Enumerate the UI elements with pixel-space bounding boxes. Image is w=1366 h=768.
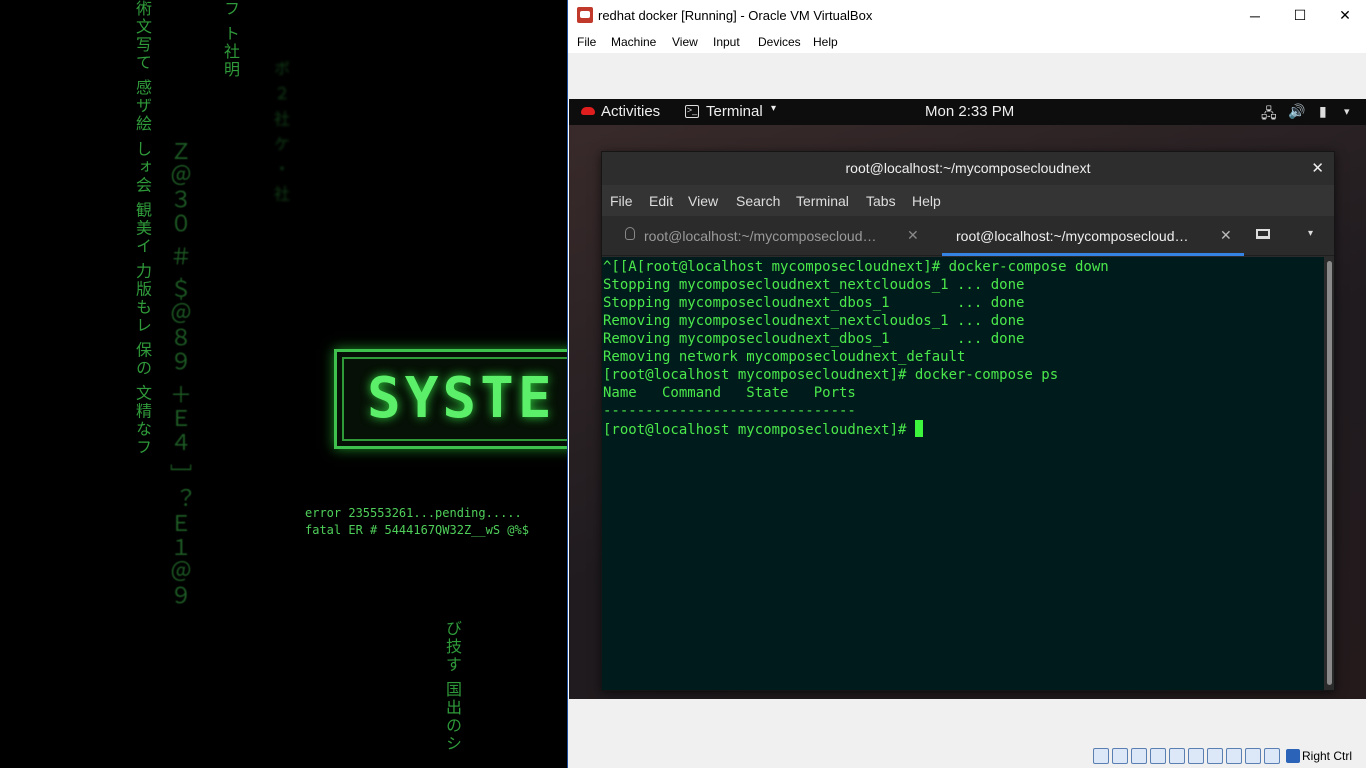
audio-icon[interactable] xyxy=(1131,748,1147,764)
terminal-menu-edit[interactable]: Edit xyxy=(649,193,673,209)
error-line: error 235553261...pending..... xyxy=(305,506,522,520)
battery-icon[interactable]: ▮ xyxy=(1319,103,1327,120)
usb-icon[interactable] xyxy=(1169,748,1185,764)
shared-folders-icon[interactable] xyxy=(1188,748,1204,764)
virtualbox-app-icon xyxy=(577,7,593,23)
hard-disk-icon[interactable] xyxy=(1093,748,1109,764)
terminal-output[interactable]: ^[[A[root@localhost mycomposecloudnext]#… xyxy=(602,257,1324,690)
desktop-wallpaper: 術文写て 感ザ絵 しォ会 観美イ 力版もレ 保の 文精なフ フ ト社明 び技す … xyxy=(0,0,568,768)
matrix-kana-column: 術文写て 感ザ絵 しォ会 観美イ 力版もレ 保の 文精なフ xyxy=(133,0,152,457)
terminal-menubar: File Edit View Search Terminal Tabs Help xyxy=(602,185,1334,216)
video-capture-icon[interactable] xyxy=(1226,748,1242,764)
vbox-menu-help[interactable]: Help xyxy=(813,35,838,49)
app-menu-button[interactable]: Terminal xyxy=(706,103,763,120)
redhat-logo-icon xyxy=(581,107,595,115)
guest-display[interactable]: Activities >_ Terminal ▾ Mon 2:33 PM 🖧 🔊… xyxy=(569,99,1366,699)
terminal-line: Removing mycomposecloudnext_dbos_1 ... d… xyxy=(603,331,1025,347)
terminal-close-icon[interactable]: ✕ xyxy=(1311,159,1324,177)
system-menu-caret-icon[interactable]: ▾ xyxy=(1344,105,1350,118)
vbox-menu-file[interactable]: File xyxy=(577,35,596,49)
maximize-button[interactable]: ☐ xyxy=(1277,0,1323,31)
tab-label: root@localhost:~/mycomposecloud… xyxy=(956,228,1189,244)
vbox-statusbar: Right Ctrl xyxy=(568,699,1366,768)
terminal-prompt-line: [root@localhost mycomposecloudnext]# xyxy=(603,420,923,438)
lightbulb-icon xyxy=(625,227,635,240)
host-key-label: Right Ctrl xyxy=(1302,749,1353,763)
terminal-menu-file[interactable]: File xyxy=(610,193,633,209)
terminal-line: [root@localhost mycomposecloudnext]# doc… xyxy=(603,367,1059,383)
system-banner-text: SYSTE xyxy=(367,366,556,431)
vbox-titlebar[interactable]: redhat docker [Running] - Oracle VM Virt… xyxy=(568,0,1366,31)
vbox-menu-view[interactable]: View xyxy=(672,35,698,49)
display-icon[interactable] xyxy=(1207,748,1223,764)
close-window-button[interactable]: ✕ xyxy=(1322,0,1366,31)
gnome-top-bar: Activities >_ Terminal ▾ Mon 2:33 PM 🖧 🔊… xyxy=(569,99,1366,125)
terminal-line: Removing network mycomposecloudnext_defa… xyxy=(603,349,966,365)
terminal-line: Name Command State Ports xyxy=(603,385,856,401)
new-tab-button[interactable] xyxy=(1254,225,1274,245)
matrix-kana-column: フ ト社明 xyxy=(221,0,240,80)
terminal-prompt: [root@localhost mycomposecloudnext]# xyxy=(603,422,915,438)
terminal-cursor xyxy=(914,420,923,437)
tab-close-icon[interactable]: ✕ xyxy=(1220,227,1232,244)
vbox-menu-input[interactable]: Input xyxy=(713,35,740,49)
terminal-menu-search[interactable]: Search xyxy=(736,193,780,209)
terminal-menu-view[interactable]: View xyxy=(688,193,718,209)
clock[interactable]: Mon 2:33 PM xyxy=(925,103,1014,120)
terminal-line: Stopping mycomposecloudnext_nextcloudos_… xyxy=(603,277,1025,293)
virtualization-icon[interactable] xyxy=(1245,748,1261,764)
minimize-button[interactable]: ─ xyxy=(1232,0,1278,31)
matrix-glyph-column: Ｚ＠３０ ＃ ＄＠８９ ＋Ｅ４ ］？Ｅ１＠９ xyxy=(166,140,191,608)
virtualbox-window: redhat docker [Running] - Oracle VM Virt… xyxy=(567,0,1366,768)
vbox-menu-devices[interactable]: Devices xyxy=(758,35,801,49)
terminal-line: Removing mycomposecloudnext_nextcloudos_… xyxy=(603,313,1025,329)
new-tab-icon xyxy=(1256,229,1270,239)
vbox-screen-margin xyxy=(568,53,1366,99)
volume-icon[interactable]: 🔊 xyxy=(1288,103,1305,120)
tabs-menu-caret-icon[interactable]: ▾ xyxy=(1308,228,1313,239)
terminal-scrollbar[interactable] xyxy=(1325,257,1334,690)
optical-drive-icon[interactable] xyxy=(1112,748,1128,764)
activities-button[interactable]: Activities xyxy=(601,103,660,120)
terminal-app-icon: >_ xyxy=(685,105,699,118)
terminal-menu-tabs[interactable]: Tabs xyxy=(866,193,896,209)
vbox-menubar: File Machine View Input Devices Help xyxy=(568,31,1366,53)
terminal-window: root@localhost:~/mycomposecloudnext ✕ Fi… xyxy=(601,151,1335,691)
vbox-status-icons xyxy=(1093,748,1280,764)
terminal-tab[interactable]: root@localhost:~/mycomposecloud… ✕ xyxy=(602,216,942,256)
network-icon[interactable]: 🖧 xyxy=(1261,103,1277,127)
system-banner: SYSTE xyxy=(334,349,568,449)
terminal-menu-help[interactable]: Help xyxy=(912,193,941,209)
terminal-title: root@localhost:~/mycomposecloudnext xyxy=(845,160,1091,176)
terminal-line: ------------------------------ xyxy=(603,403,856,419)
network-adapter-icon[interactable] xyxy=(1150,748,1166,764)
tab-close-icon[interactable]: ✕ xyxy=(907,227,919,244)
mouse-integration-icon[interactable] xyxy=(1264,748,1280,764)
terminal-tab-active[interactable]: root@localhost:~/mycomposecloud… ✕ xyxy=(942,216,1244,256)
vbox-window-title: redhat docker [Running] - Oracle VM Virt… xyxy=(598,8,873,23)
error-line: fatal ER # 5444167QW32Z__wS @%$ xyxy=(305,523,529,537)
terminal-tab-bar: root@localhost:~/mycomposecloud… ✕ root@… xyxy=(602,216,1334,256)
vbox-menu-machine[interactable]: Machine xyxy=(611,35,656,49)
terminal-titlebar[interactable]: root@localhost:~/mycomposecloudnext ✕ xyxy=(602,152,1334,185)
terminal-line: ^[[A[root@localhost mycomposecloudnext]#… xyxy=(603,259,1109,275)
scrollbar-thumb[interactable] xyxy=(1327,261,1332,685)
tab-label: root@localhost:~/mycomposecloud… xyxy=(644,228,877,244)
app-menu-caret-icon[interactable]: ▾ xyxy=(771,103,776,114)
terminal-line: Stopping mycomposecloudnext_dbos_1 ... d… xyxy=(603,295,1025,311)
matrix-glyph-column: ボ ２ 社 ケ ・ 社 xyxy=(271,60,290,204)
terminal-menu-terminal[interactable]: Terminal xyxy=(796,193,849,209)
matrix-kana-column: び技す 国出のシ xyxy=(443,620,462,754)
host-key-icon xyxy=(1286,749,1300,763)
